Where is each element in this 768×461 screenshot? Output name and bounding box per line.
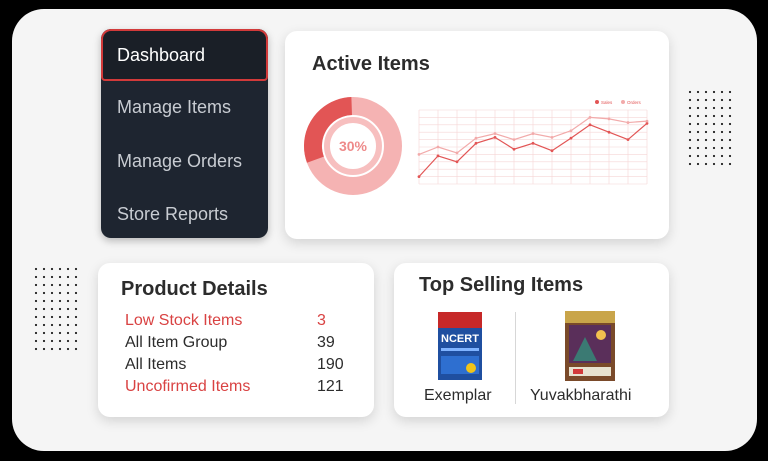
all-item-group-value: 39 <box>317 334 335 351</box>
unconfirmed-items-link[interactable]: Uncofirmed Items <box>125 378 250 396</box>
legend-swatch-orders <box>621 100 625 104</box>
all-items-value: 190 <box>317 356 344 373</box>
low-stock-items-value: 3 <box>317 312 326 329</box>
donut-percent-label: 30% <box>339 138 368 154</box>
book-cover-exemplar[interactable]: NCERT <box>438 312 482 380</box>
data-point-orders <box>417 153 421 156</box>
data-point-sales <box>607 130 611 134</box>
sidebar-nav: Dashboard Manage Items Manage Orders Sto… <box>101 29 268 238</box>
data-point-sales <box>588 123 592 127</box>
yuvak-cover-logo <box>573 369 583 374</box>
data-point-orders <box>588 116 592 119</box>
unconfirmed-items-value: 121 <box>317 378 344 395</box>
exemplar-cover-title: NCERT <box>441 333 479 345</box>
exemplar-cover-band <box>438 312 482 328</box>
low-stock-items-link[interactable]: Low Stock Items <box>125 312 242 330</box>
data-point-orders <box>474 136 478 140</box>
data-point-orders <box>645 119 649 123</box>
data-point-sales <box>626 138 630 141</box>
legend-label-sales: Sales <box>601 100 613 105</box>
data-point-sales <box>436 154 440 158</box>
legend-label-orders: Orders <box>627 100 642 105</box>
data-point-orders <box>455 151 459 155</box>
nav-item-store-reports[interactable]: Store Reports <box>101 188 268 238</box>
legend-swatch-sales <box>595 100 599 104</box>
product-details-title: Product Details <box>121 278 268 300</box>
data-point-sales <box>493 135 497 139</box>
book-divider <box>515 312 516 404</box>
data-point-sales <box>569 136 573 140</box>
top-selling-title: Top Selling Items <box>419 274 584 296</box>
exemplar-cover-badge <box>466 363 476 373</box>
chart-grid <box>418 109 648 185</box>
active-items-donut: 30% <box>304 96 402 195</box>
data-point-orders <box>569 129 573 133</box>
active-items-title: Active Items <box>312 53 430 75</box>
nav-item-manage-items[interactable]: Manage Items <box>101 81 268 133</box>
yuvak-cover-sun <box>596 330 606 340</box>
data-point-orders <box>531 132 535 136</box>
active-items-line-chart: Sales Orders <box>417 100 649 185</box>
data-point-orders <box>626 121 630 124</box>
nav-item-manage-orders[interactable]: Manage Orders <box>101 135 268 187</box>
data-point-orders <box>550 135 554 139</box>
exemplar-cover-stripe <box>441 348 479 351</box>
book-label-exemplar: Exemplar <box>424 387 492 404</box>
yuvak-cover-band <box>565 311 615 323</box>
dot-pattern-left <box>32 265 80 351</box>
active-items-card: Active Items 30% Sales Orders <box>285 31 669 239</box>
top-selling-card: Top Selling Items NCERT Exemplar Yuvakbh… <box>394 263 669 417</box>
data-point-sales <box>531 141 535 145</box>
data-point-sales <box>512 147 516 151</box>
book-label-yuvakbharathi: Yuvakbharathi <box>530 387 632 404</box>
data-point-orders <box>607 117 611 121</box>
chart-legend: Sales Orders <box>595 100 642 105</box>
data-point-sales <box>417 175 421 178</box>
all-items-link[interactable]: All Items <box>125 356 186 374</box>
book-cover-yuvakbharathi[interactable] <box>565 311 615 381</box>
data-point-sales <box>474 141 478 145</box>
all-item-group-link[interactable]: All Item Group <box>125 334 227 352</box>
dot-pattern-right <box>686 88 734 168</box>
data-point-sales <box>455 160 459 164</box>
nav-item-dashboard[interactable]: Dashboard <box>101 29 268 81</box>
data-point-orders <box>493 132 497 136</box>
data-point-sales <box>550 149 554 153</box>
data-point-orders <box>436 145 440 149</box>
product-details-card: Product Details Low Stock Items 3 All It… <box>98 263 374 417</box>
data-point-orders <box>512 138 516 141</box>
